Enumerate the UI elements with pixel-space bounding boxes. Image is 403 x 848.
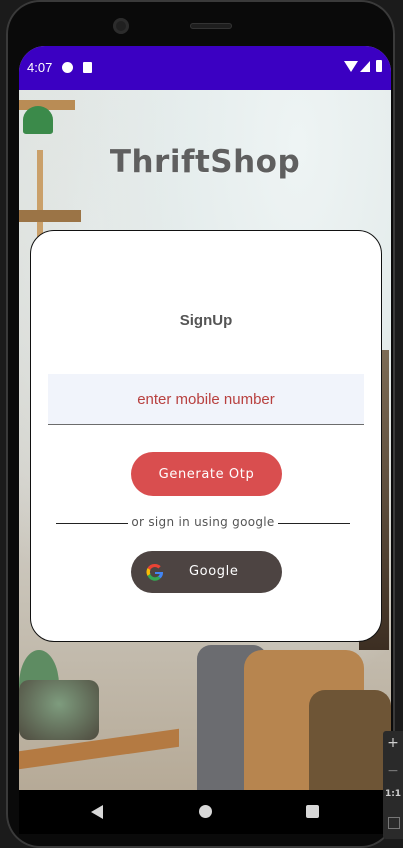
wifi-icon [344,61,358,72]
recents-icon[interactable] [306,805,319,818]
front-camera [113,18,129,34]
zoom-actual-size-button[interactable]: 1:1 [383,789,403,799]
or-divider: or sign in using google [56,515,350,531]
data-saver-icon [62,62,73,73]
zoom-in-button[interactable]: + [383,735,403,751]
system-nav-bar [19,790,391,834]
divider-line-right [278,523,350,524]
sd-card-icon [83,62,92,73]
generate-otp-button[interactable]: Generate Otp [131,452,282,496]
signup-heading: SignUp [179,312,233,329]
divider-text: or sign in using google [131,515,275,529]
status-bar: 4:07 [19,46,391,90]
zoom-out-button[interactable]: − [383,763,403,779]
back-icon[interactable] [91,805,103,819]
app-screen: 4:07 ThriftShop SignUp Generate Otp or s… [19,46,391,790]
signup-card: SignUp Generate Otp or sign in using goo… [30,230,382,642]
battery-icon [376,60,382,72]
google-signin-button[interactable]: Google [131,551,282,593]
google-icon [146,563,164,581]
earpiece-speaker [190,23,232,29]
home-icon[interactable] [199,805,212,818]
emulator-zoom-controls: + − 1:1 [383,731,403,839]
google-button-label: Google [189,564,239,579]
mobile-number-input[interactable] [48,374,364,425]
status-time: 4:07 [27,60,53,75]
cell-signal-icon [360,61,370,72]
app-logo-title: ThriftShop [109,144,301,180]
zoom-fit-icon[interactable] [388,817,400,829]
